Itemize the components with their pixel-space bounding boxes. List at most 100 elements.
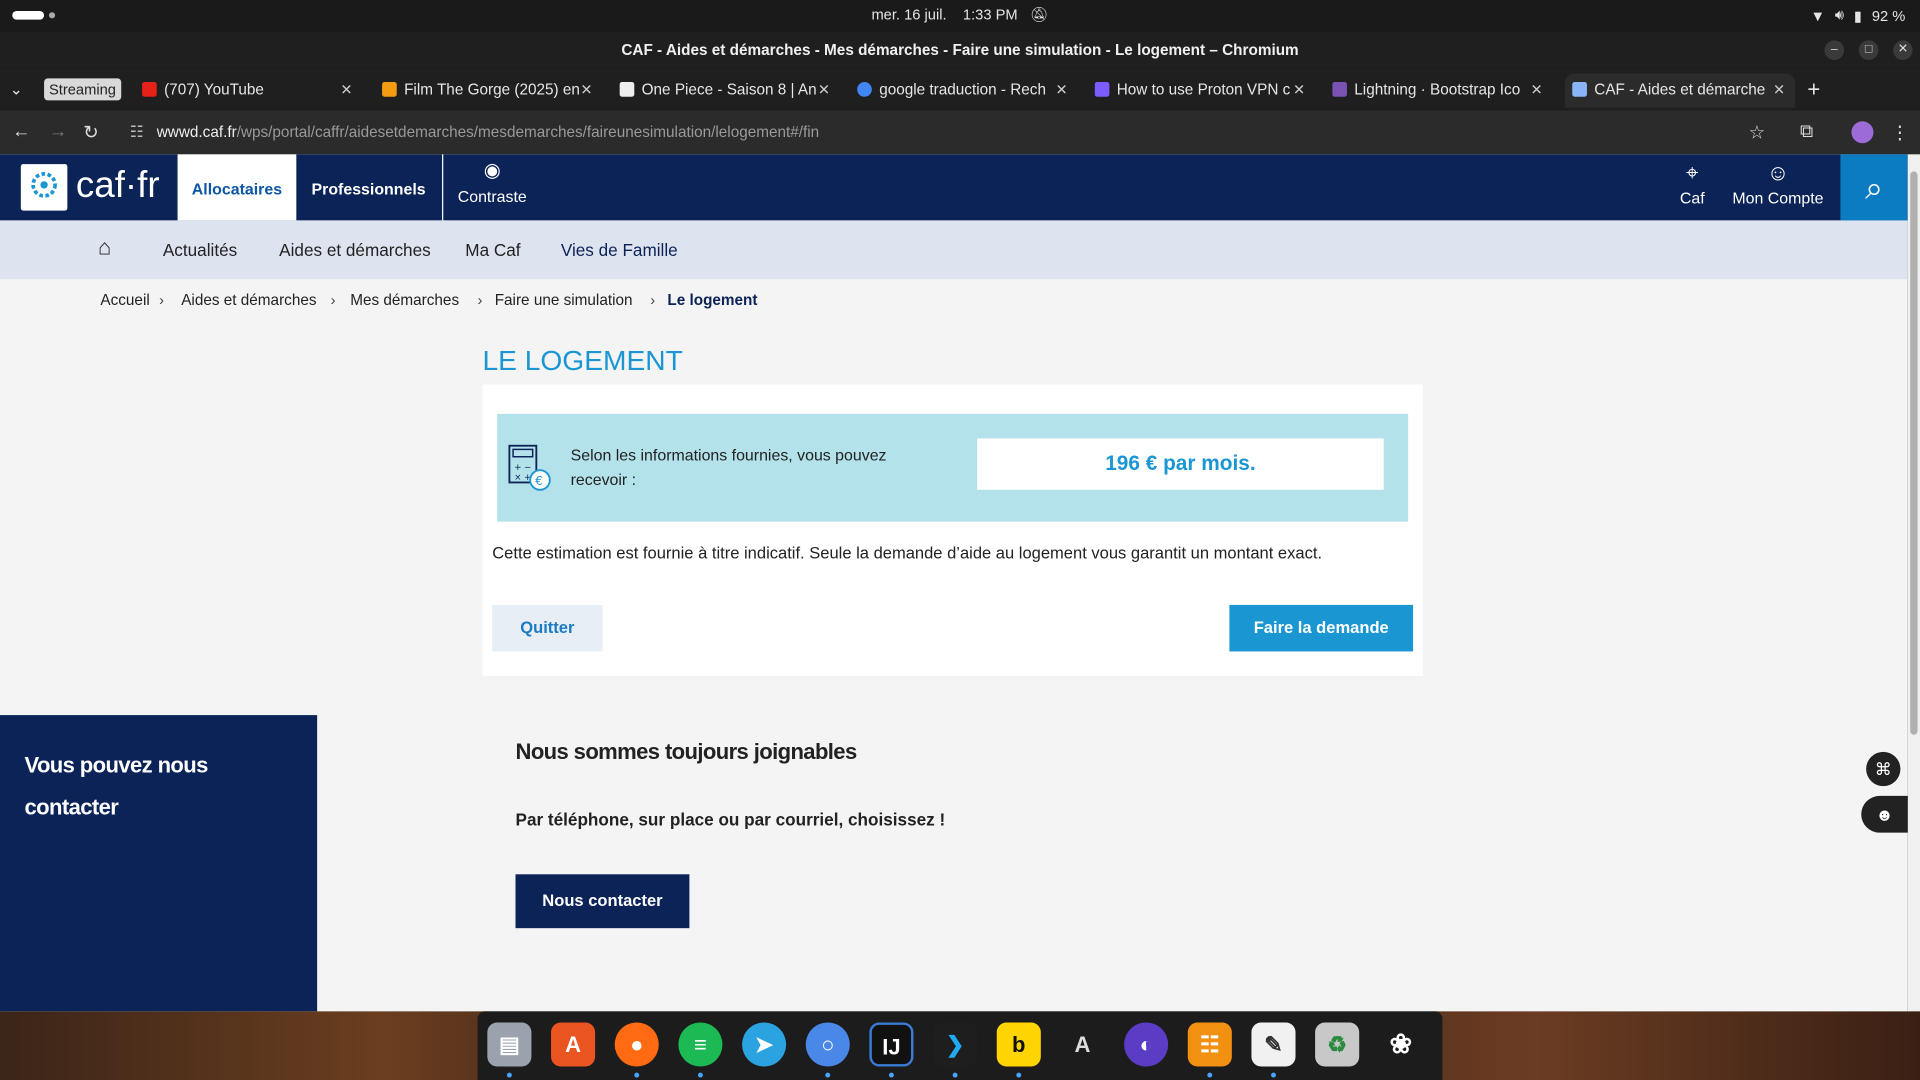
intellij-icon[interactable]: IJ <box>869 1022 914 1067</box>
app-center-icon[interactable]: A <box>551 1022 596 1067</box>
close-tab-icon[interactable]: ✕ <box>340 73 352 105</box>
files-icon[interactable]: ▤ <box>487 1022 532 1067</box>
scrollbar-thumb[interactable] <box>1910 171 1918 735</box>
close-tab-icon[interactable]: ✕ <box>1773 73 1785 105</box>
tab-label: google traduction - Rech <box>879 80 1046 98</box>
close-tab-icon[interactable]: ✕ <box>1055 73 1067 105</box>
tab-onepiece[interactable]: One Piece - Saison 8 | An ✕ <box>619 73 840 107</box>
breadcrumb-simulation[interactable]: Faire une simulation <box>495 291 633 308</box>
breadcrumb-mes-demarches[interactable]: Mes démarches <box>350 291 459 308</box>
contrast-toggle[interactable]: ◉ Contraste <box>448 161 536 206</box>
firefox-icon[interactable]: ● <box>614 1022 659 1067</box>
calculator-euro-icon: + − × + € <box>507 443 554 492</box>
date-label: mer. 16 juil. <box>871 6 947 24</box>
tab-allocataires[interactable]: Allocataires <box>177 154 297 221</box>
main-navigation: ⌂ Actualités Aides et démarches Ma Caf V… <box>0 220 1908 280</box>
bookmark-star-icon[interactable]: ☆ <box>1749 121 1765 143</box>
trash-icon[interactable]: ♻ <box>1315 1022 1360 1067</box>
breadcrumb-aides[interactable]: Aides et démarches <box>181 291 316 308</box>
contact-button[interactable]: Nous contacter <box>515 874 690 929</box>
close-tab-icon[interactable]: ✕ <box>1293 73 1305 105</box>
profile-avatar[interactable] <box>1851 121 1874 144</box>
caf-logo-icon[interactable] <box>20 164 68 211</box>
tab-film[interactable]: Film The Gorge (2025) en ✕ <box>382 73 602 107</box>
svg-text:€: € <box>535 474 543 488</box>
chevron-right-icon: › <box>477 291 483 309</box>
telegram-icon[interactable]: ➤ <box>742 1022 787 1067</box>
bell-off-icon: 🔕︎ <box>1029 6 1049 24</box>
chat-assistant-icon[interactable]: ☻ <box>1861 795 1908 833</box>
home-icon[interactable]: ⌂ <box>98 235 111 261</box>
battery-label: 92 % <box>1871 6 1906 24</box>
forward-icon[interactable]: → <box>49 121 67 142</box>
back-icon[interactable]: ← <box>12 121 30 142</box>
nav-actualites[interactable]: Actualités <box>163 240 237 260</box>
caf-label: Caf <box>1679 188 1705 207</box>
request-button[interactable]: Faire la demande <box>1229 604 1414 652</box>
text-editor-icon[interactable]: ✎ <box>1251 1022 1296 1067</box>
tab-google[interactable]: google traduction - Rech ✕ <box>857 73 1077 107</box>
clock[interactable]: mer. 16 juil. 1:33 PM 🔕︎ <box>0 6 1920 23</box>
account-label: Mon Compte <box>1732 188 1824 207</box>
tab-youtube[interactable]: (707) YouTube ✕ <box>142 73 362 107</box>
close-window-icon[interactable]: ✕ <box>1893 40 1913 61</box>
spotify-icon[interactable]: ≡ <box>678 1022 723 1067</box>
nav-aides-demarches[interactable]: Aides et démarches <box>279 240 431 260</box>
tab-caf[interactable]: CAF - Aides et démarche ✕ <box>1564 73 1796 108</box>
tab-group-streaming[interactable]: Streaming <box>44 78 121 101</box>
quit-button[interactable]: Quitter <box>492 604 603 652</box>
result-amount: 196 € par mois. <box>977 438 1384 490</box>
breadcrumb-accueil[interactable]: Accueil <box>100 291 149 308</box>
new-tab-icon[interactable]: + <box>1807 73 1831 107</box>
address-bar[interactable]: ☷ wwwd.caf.fr/wps/portal/caffr/aidesetdem… <box>117 116 1783 149</box>
contact-heading: Nous sommes toujours joignables <box>515 739 858 765</box>
nav-ma-caf[interactable]: Ma Caf <box>465 240 520 260</box>
proton-icon <box>1094 82 1110 97</box>
caf-icon <box>1572 82 1587 97</box>
tab-professionnels[interactable]: Professionnels <box>304 154 434 220</box>
svg-text:+ −: + − <box>514 463 531 473</box>
inkscape-icon[interactable]: A <box>1060 1022 1105 1067</box>
account-button[interactable]: ☺ Mon Compte <box>1729 162 1827 207</box>
site-logo-text[interactable]: caf·fr <box>76 165 160 207</box>
tab-list-chevron-icon[interactable]: ⌄ <box>10 73 34 107</box>
maximize-icon[interactable]: □ <box>1858 40 1879 61</box>
site-info-icon[interactable]: ☷ <box>130 116 144 148</box>
close-tab-icon[interactable]: ✕ <box>580 73 592 105</box>
vscode-icon[interactable]: ❯ <box>933 1022 978 1067</box>
chevron-right-icon: › <box>650 291 656 309</box>
header-divider <box>442 154 444 221</box>
result-band: + − × + € Selon les informations fournies,… <box>497 413 1409 522</box>
site-header: caf·fr Allocataires Professionnels ◉ Con… <box>0 154 1908 221</box>
running-indicator <box>697 1072 703 1078</box>
system-tray[interactable]: ▼ 🔊︎ ▮ 92 % <box>1811 6 1906 24</box>
tab-label: Lightning · Bootstrap Ico <box>1354 80 1521 98</box>
screen-recorder-icon[interactable]: ◐ <box>1124 1022 1169 1067</box>
minimize-icon[interactable]: – <box>1824 40 1845 61</box>
running-indicator <box>506 1072 512 1078</box>
draw-io-icon[interactable]: ☷ <box>1187 1022 1232 1067</box>
user-icon: ☺ <box>1766 160 1790 185</box>
extensions-icon[interactable]: ⧉ <box>1800 121 1813 142</box>
nav-vies-de-famille[interactable]: Vies de Famille <box>561 240 678 260</box>
close-tab-icon[interactable]: ✕ <box>1531 73 1543 105</box>
tab-bootstrap[interactable]: Lightning · Bootstrap Ico ✕ <box>1332 73 1552 107</box>
tab-proton[interactable]: How to use Proton VPN c ✕ <box>1094 73 1315 107</box>
bootstrap-icon <box>1332 82 1347 97</box>
breadcrumb-current: Le logement <box>667 291 758 309</box>
caf-locator-button[interactable]: ⌖ Caf <box>1668 162 1717 207</box>
reload-icon[interactable]: ↻ <box>83 121 98 143</box>
result-card: + − × + € Selon les informations fournies,… <box>482 384 1423 676</box>
wifi-icon: ▼ <box>1810 6 1826 24</box>
close-tab-icon[interactable]: ✕ <box>818 73 830 105</box>
bitwarden-icon[interactable]: b <box>996 1022 1041 1067</box>
browser-menu-icon[interactable]: ⋮ <box>1891 121 1909 143</box>
search-icon[interactable]: ⌕ <box>1840 154 1908 221</box>
apps-grid-icon[interactable]: ⌘ <box>1866 751 1901 787</box>
chromium-icon[interactable]: ○ <box>805 1022 850 1067</box>
show-apps-icon[interactable]: ❀ <box>1378 1022 1423 1067</box>
battery-icon: ▮ <box>1853 6 1863 24</box>
chevron-right-icon: › <box>330 291 336 309</box>
tab-label: How to use Proton VPN c <box>1116 80 1291 98</box>
contact-side-panel: Vous pouvez nous contacter <box>0 715 318 1012</box>
